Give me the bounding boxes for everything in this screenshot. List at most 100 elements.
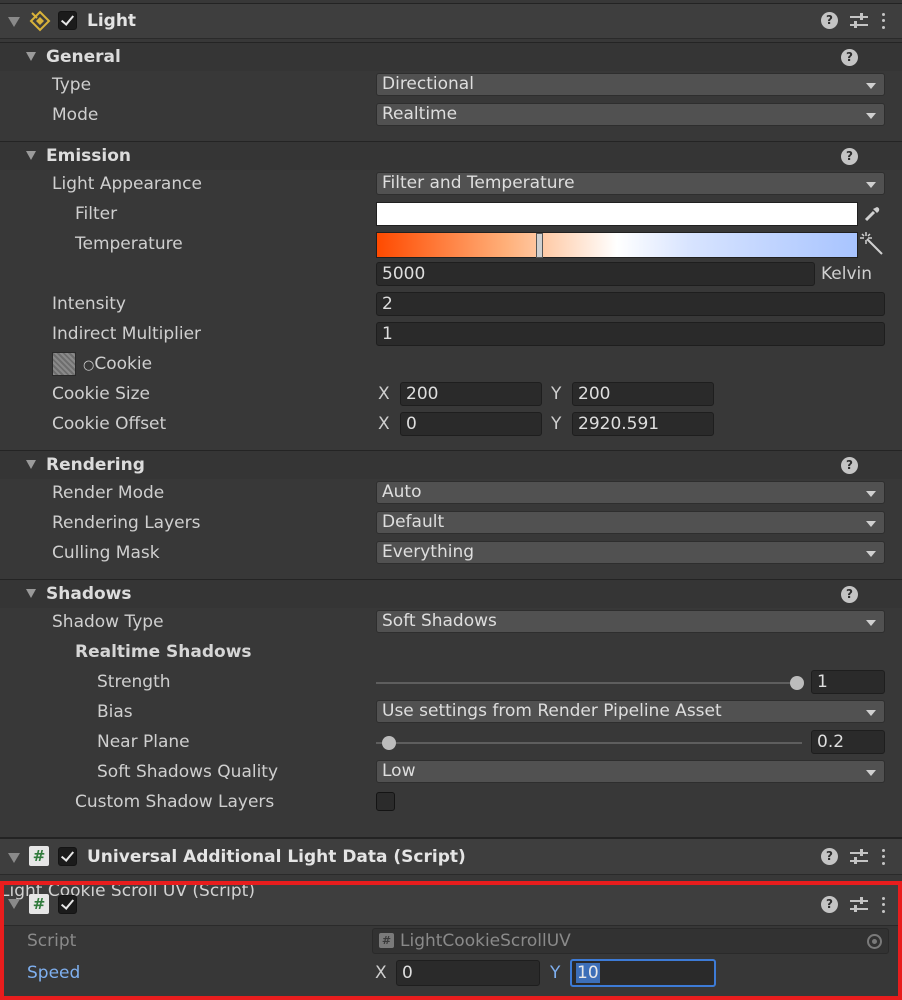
indirect-multiplier-field[interactable]: 1 bbox=[376, 322, 885, 346]
render-mode-dropdown[interactable]: Auto bbox=[376, 481, 885, 504]
shadows-section-header[interactable]: Shadows ? bbox=[0, 579, 902, 608]
general-foldout-arrow-icon[interactable] bbox=[26, 52, 36, 61]
cookie-size-y-field[interactable]: 200 bbox=[572, 382, 714, 406]
bias-dropdown[interactable]: Use settings from Render Pipeline Asset bbox=[376, 700, 885, 723]
cookie-size-x-label: X bbox=[378, 384, 390, 404]
sliders-icon[interactable] bbox=[850, 848, 868, 865]
eyedropper-icon[interactable] bbox=[862, 204, 882, 224]
light-component-icon bbox=[29, 10, 51, 32]
strength-label: Strength bbox=[97, 672, 171, 692]
light-cookie-scroll-uv-enabled-checkbox[interactable] bbox=[58, 895, 77, 914]
emission-section-title: Emission bbox=[46, 146, 131, 166]
script-icon: # bbox=[29, 894, 49, 914]
light-cookie-scroll-uv-header[interactable]: # Light Cookie Scroll UV (Script) ? bbox=[0, 881, 902, 926]
temperature-label: Temperature bbox=[75, 234, 183, 254]
kebab-icon[interactable] bbox=[880, 896, 886, 913]
rendering-section-title: Rendering bbox=[46, 455, 145, 475]
cookie-offset-x-field[interactable]: 0 bbox=[400, 412, 542, 436]
rendering-foldout-arrow-icon[interactable] bbox=[26, 460, 36, 469]
rendering-layers-label: Rendering Layers bbox=[52, 513, 201, 533]
near-plane-slider-track[interactable] bbox=[376, 742, 802, 744]
speed-label: Speed bbox=[27, 963, 81, 983]
general-section-header[interactable]: General ? bbox=[0, 42, 902, 71]
cookie-size-y-label: Y bbox=[551, 384, 562, 404]
cookie-object-icon: ○ bbox=[83, 358, 95, 373]
light-cookie-scroll-uv-component: # Light Cookie Scroll UV (Script) ? Scri… bbox=[0, 881, 902, 1000]
speed-x-field[interactable]: 0 bbox=[396, 960, 540, 986]
light-cookie-scroll-uv-title: Light Cookie Scroll UV (Script) bbox=[0, 881, 255, 901]
script-object-value: LightCookieScrollUV bbox=[400, 931, 571, 951]
light-component-title: Light bbox=[87, 11, 137, 31]
object-picker-icon bbox=[867, 934, 882, 949]
soft-shadows-quality-label: Soft Shadows Quality bbox=[97, 762, 279, 782]
speed-y-label: Y bbox=[550, 963, 561, 983]
custom-shadow-layers-checkbox[interactable] bbox=[376, 792, 395, 811]
rendering-section-header[interactable]: Rendering ? bbox=[0, 450, 902, 479]
filter-color-field[interactable] bbox=[376, 202, 858, 226]
cookie-offset-x-label: X bbox=[378, 414, 390, 434]
script-icon: # bbox=[29, 846, 49, 866]
temperature-value-field[interactable]: 5000 bbox=[376, 262, 815, 286]
magic-wand-icon[interactable] bbox=[859, 231, 885, 257]
light-cookie-scroll-uv-foldout-arrow-icon[interactable] bbox=[8, 899, 20, 909]
help-icon[interactable]: ? bbox=[841, 148, 858, 165]
mode-dropdown[interactable]: Realtime bbox=[376, 103, 885, 126]
shadows-foldout-arrow-icon[interactable] bbox=[26, 589, 36, 598]
additional-light-data-foldout-arrow-icon[interactable] bbox=[8, 853, 20, 863]
strength-slider-track[interactable] bbox=[376, 682, 797, 684]
help-icon[interactable]: ? bbox=[821, 896, 838, 913]
temperature-gradient-slider[interactable] bbox=[376, 232, 858, 258]
strength-field[interactable]: 1 bbox=[811, 670, 885, 694]
rendering-layers-dropdown[interactable]: Default bbox=[376, 511, 885, 534]
indirect-multiplier-label: Indirect Multiplier bbox=[52, 324, 202, 344]
bias-label: Bias bbox=[97, 702, 133, 722]
cookie-offset-y-label: Y bbox=[551, 414, 562, 434]
kebab-icon[interactable] bbox=[880, 12, 886, 29]
sliders-icon[interactable] bbox=[850, 12, 868, 29]
emission-foldout-arrow-icon[interactable] bbox=[26, 151, 36, 160]
kelvin-unit-label: Kelvin bbox=[821, 264, 873, 284]
type-dropdown[interactable]: Directional bbox=[376, 73, 885, 96]
additional-light-data-enabled-checkbox[interactable] bbox=[58, 847, 77, 866]
shadow-type-label: Shadow Type bbox=[52, 612, 164, 632]
strength-slider-knob[interactable] bbox=[790, 676, 804, 690]
script-file-icon: # bbox=[379, 933, 394, 948]
shadow-type-dropdown[interactable]: Soft Shadows bbox=[376, 610, 885, 633]
speed-x-label: X bbox=[375, 963, 387, 983]
near-plane-field[interactable]: 0.2 bbox=[811, 730, 885, 754]
light-appearance-dropdown[interactable]: Filter and Temperature bbox=[376, 172, 885, 195]
near-plane-label: Near Plane bbox=[97, 732, 190, 752]
mode-label: Mode bbox=[52, 105, 99, 125]
light-appearance-label: Light Appearance bbox=[52, 174, 202, 194]
intensity-label: Intensity bbox=[52, 294, 126, 314]
cookie-size-x-field[interactable]: 200 bbox=[400, 382, 542, 406]
sliders-icon[interactable] bbox=[850, 896, 868, 913]
temperature-slider-handle[interactable] bbox=[536, 233, 543, 258]
filter-label: Filter bbox=[75, 204, 118, 224]
intensity-field[interactable]: 2 bbox=[376, 292, 885, 316]
speed-y-field[interactable]: 10 bbox=[570, 959, 716, 987]
cookie-texture-thumbnail[interactable] bbox=[52, 352, 76, 376]
cookie-size-label: Cookie Size bbox=[52, 384, 150, 404]
light-foldout-arrow-icon[interactable] bbox=[8, 17, 20, 27]
cookie-offset-label: Cookie Offset bbox=[52, 414, 167, 434]
help-icon[interactable]: ? bbox=[841, 457, 858, 474]
culling-mask-dropdown[interactable]: Everything bbox=[376, 541, 885, 564]
help-icon[interactable]: ? bbox=[821, 848, 838, 865]
additional-light-data-header[interactable]: # Universal Additional Light Data (Scrip… bbox=[0, 837, 902, 875]
help-icon[interactable]: ? bbox=[841, 49, 858, 66]
help-icon[interactable]: ? bbox=[821, 12, 838, 29]
render-mode-label: Render Mode bbox=[52, 483, 165, 503]
near-plane-slider-knob[interactable] bbox=[382, 736, 396, 750]
script-object-field: # LightCookieScrollUV bbox=[372, 928, 889, 954]
soft-shadows-quality-dropdown[interactable]: Low bbox=[376, 760, 885, 783]
cookie-offset-y-field[interactable]: 2920.591 bbox=[572, 412, 714, 436]
emission-section-header[interactable]: Emission ? bbox=[0, 141, 902, 170]
additional-light-data-title: Universal Additional Light Data (Script) bbox=[87, 847, 466, 867]
light-enabled-checkbox[interactable] bbox=[58, 11, 77, 30]
shadows-section-title: Shadows bbox=[46, 584, 132, 604]
light-component-header[interactable]: Light ? bbox=[0, 3, 902, 39]
custom-shadow-layers-label: Custom Shadow Layers bbox=[75, 792, 275, 812]
help-icon[interactable]: ? bbox=[841, 586, 858, 603]
kebab-icon[interactable] bbox=[880, 848, 886, 865]
